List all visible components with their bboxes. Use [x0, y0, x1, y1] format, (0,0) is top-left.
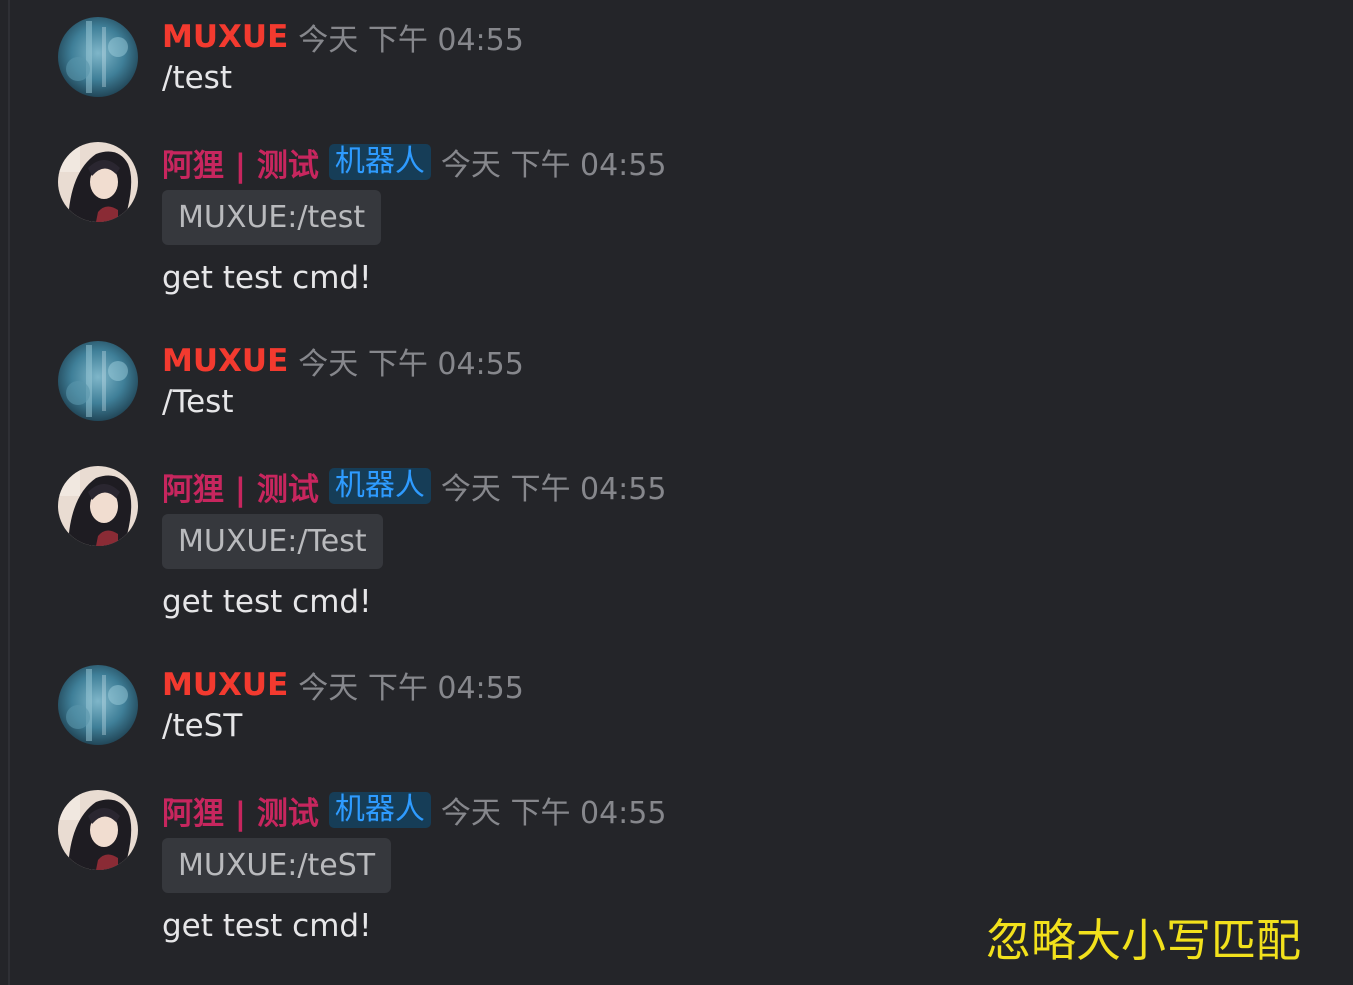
- quoted-message[interactable]: MUXUE:/test: [162, 190, 382, 245]
- left-divider: [8, 0, 10, 985]
- avatar-bot[interactable]: [58, 790, 138, 870]
- avatar-bot[interactable]: [58, 466, 138, 546]
- quoted-message[interactable]: MUXUE:/teST: [162, 838, 392, 893]
- timestamp: 今天 下午 04:55: [298, 23, 524, 58]
- quoted-message[interactable]: MUXUE:/Test: [162, 514, 383, 569]
- message-text: /Test: [162, 384, 234, 420]
- bot-badge: 机器人: [328, 468, 431, 504]
- timestamp: 今天 下午 04:55: [440, 796, 667, 831]
- bot-badge: 机器人: [328, 792, 431, 828]
- avatar-bot[interactable]: [58, 142, 138, 222]
- message-text: get test cmd!: [162, 908, 372, 944]
- author-name[interactable]: 阿狸 | 测试: [162, 464, 319, 509]
- timestamp: 今天 下午 04:55: [298, 347, 524, 382]
- annotation-caption: 忽略大小写匹配: [986, 914, 1302, 967]
- bot-badge: 机器人: [328, 144, 431, 180]
- author-name[interactable]: MUXUE: [162, 667, 288, 703]
- timestamp: 今天 下午 04:55: [298, 671, 524, 706]
- author-name[interactable]: 阿狸 | 测试: [162, 140, 319, 185]
- timestamp: 今天 下午 04:55: [440, 472, 667, 507]
- message-text: get test cmd!: [162, 584, 372, 620]
- chat-view: MUXUE 今天 下午 04:55 /test 阿狸 | 测试 机器人 今天 下…: [0, 0, 1353, 985]
- author-name[interactable]: MUXUE: [162, 19, 288, 55]
- avatar-user[interactable]: [58, 341, 138, 421]
- timestamp: 今天 下午 04:55: [440, 148, 667, 183]
- avatar-user[interactable]: [58, 17, 138, 97]
- message-text: /teST: [162, 708, 243, 744]
- message-text: /test: [162, 60, 232, 96]
- author-name[interactable]: MUXUE: [162, 343, 288, 379]
- author-name[interactable]: 阿狸 | 测试: [162, 788, 319, 833]
- avatar-user[interactable]: [58, 665, 138, 745]
- message-text: get test cmd!: [162, 260, 372, 296]
